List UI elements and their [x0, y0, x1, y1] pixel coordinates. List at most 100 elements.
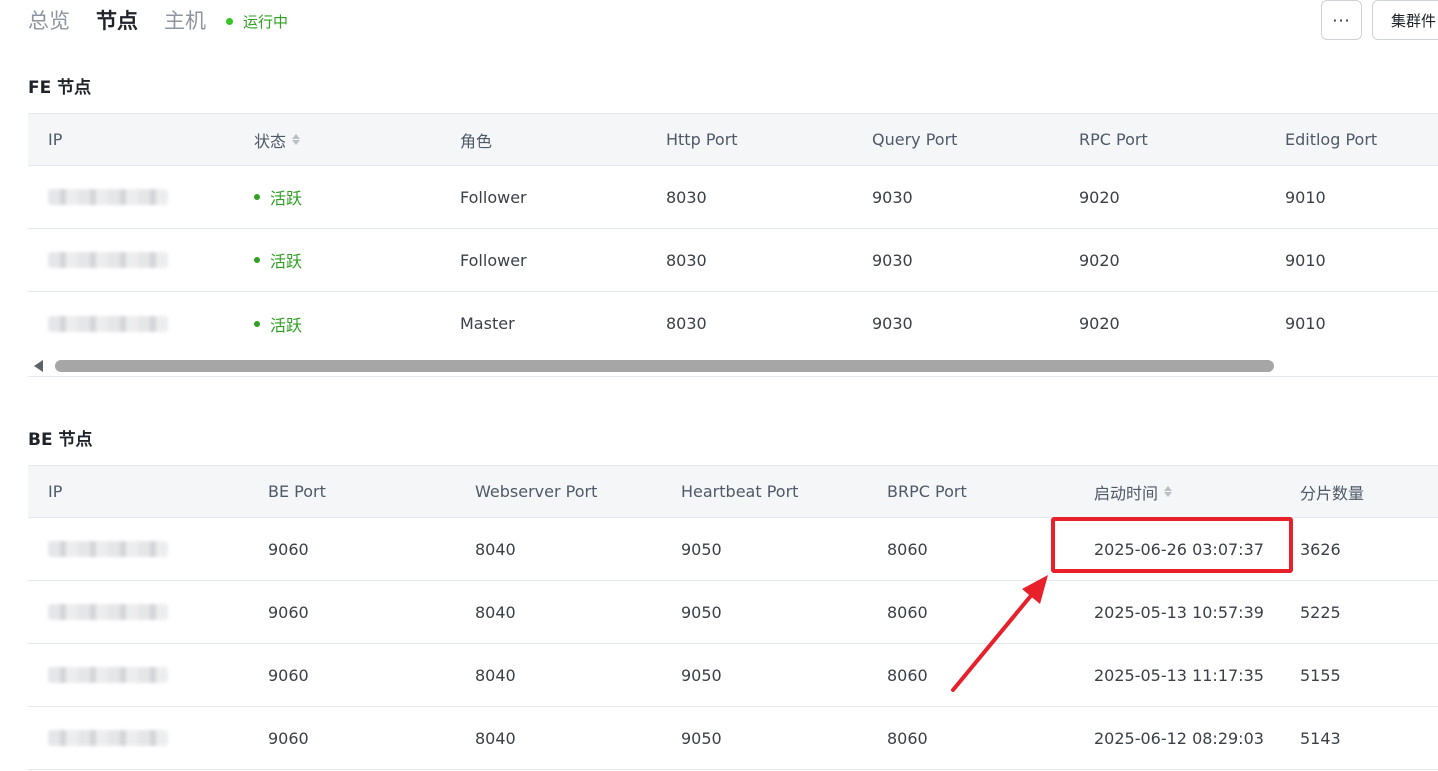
start-time-cell: 2025-06-12 08:29:03 — [1094, 728, 1264, 748]
redacted-ip — [48, 667, 168, 683]
webserver-port-cell: 8040 — [475, 602, 516, 622]
fe-col-status-label: 状态 — [254, 131, 287, 151]
rpc-port-cell: 9020 — [1079, 250, 1120, 270]
ip-cell — [48, 229, 168, 291]
start-time-cell: 2025-06-26 03:07:37 — [1094, 539, 1264, 559]
heartbeat-port-cell: 9050 — [681, 602, 722, 622]
rpc-port-cell: 9020 — [1079, 187, 1120, 207]
status-cell: 活跃 — [254, 166, 302, 228]
ip-cell — [48, 644, 168, 706]
table-row: 活跃 Follower 8030 9030 9020 9010 — [28, 229, 1438, 292]
table-row: 9060 8040 9050 8060 2025-06-12 08:29:03 … — [28, 707, 1438, 770]
tablet-count-cell: 5143 — [1300, 728, 1341, 748]
start-time-cell: 2025-05-13 11:17:35 — [1094, 665, 1264, 685]
tab-nodes[interactable]: 节点 — [96, 4, 138, 38]
sort-icon[interactable] — [1164, 486, 1173, 497]
http-port-cell: 8030 — [666, 250, 707, 270]
be-table: IP BE Port Webserver Port Heartbeat Port… — [28, 465, 1438, 770]
http-port-cell: 8030 — [666, 314, 707, 333]
redacted-ip — [48, 315, 168, 332]
be-section-title: BE 节点 — [28, 430, 93, 450]
status-dot-icon — [254, 257, 260, 263]
fe-col-rpc-port: RPC Port — [1079, 130, 1148, 149]
be-col-start-time[interactable]: 启动时间 — [1094, 466, 1173, 517]
query-port-cell: 9030 — [872, 314, 913, 333]
be-port-cell: 9060 — [268, 602, 309, 622]
ip-cell — [48, 707, 168, 769]
webserver-port-cell: 8040 — [475, 728, 516, 748]
cluster-status: 运行中 — [226, 11, 288, 32]
brpc-port-cell: 8060 — [887, 665, 928, 685]
query-port-cell: 9030 — [872, 250, 913, 270]
table-row: 9060 8040 9050 8060 2025-06-26 03:07:37 … — [28, 518, 1438, 581]
fe-col-editlog-port: Editlog Port — [1285, 130, 1378, 149]
role-cell: Master — [460, 314, 515, 333]
redacted-ip — [48, 252, 168, 268]
be-port-cell: 9060 — [268, 539, 309, 559]
ip-cell — [48, 581, 168, 643]
be-port-cell: 9060 — [268, 665, 309, 685]
fe-section-title: FE 节点 — [28, 78, 92, 98]
fe-col-role: 角色 — [460, 131, 493, 151]
ip-cell — [48, 292, 168, 355]
editlog-port-cell: 9010 — [1285, 250, 1326, 270]
editlog-port-cell: 9010 — [1285, 187, 1326, 207]
be-col-brpc-port: BRPC Port — [887, 482, 967, 501]
status-cell: 活跃 — [254, 229, 302, 291]
table-row: 9060 8040 9050 8060 2025-05-13 10:57:39 … — [28, 581, 1438, 644]
be-col-heartbeat-port: Heartbeat Port — [681, 482, 799, 501]
redacted-ip — [48, 189, 168, 205]
redacted-ip — [48, 541, 168, 557]
be-table-header: IP BE Port Webserver Port Heartbeat Port… — [28, 466, 1438, 518]
more-button[interactable]: ··· — [1321, 0, 1362, 40]
tablet-count-cell: 5155 — [1300, 665, 1341, 685]
scrollbar-thumb[interactable] — [55, 360, 1274, 372]
tab-overview[interactable]: 总览 — [28, 4, 70, 38]
redacted-ip — [48, 730, 168, 746]
be-col-start-time-label: 启动时间 — [1094, 483, 1159, 503]
fe-col-http-port: Http Port — [666, 130, 738, 149]
http-port-cell: 8030 — [666, 187, 707, 207]
tab-hosts[interactable]: 主机 — [164, 4, 206, 38]
fe-table: IP 状态 角色 Http Port Query Port RPC Port E… — [28, 113, 1438, 377]
be-col-webserver-port: Webserver Port — [475, 482, 598, 501]
cluster-button[interactable]: 集群件 — [1372, 0, 1438, 40]
webserver-port-cell: 8040 — [475, 539, 516, 559]
status-dot-icon — [226, 17, 233, 25]
webserver-port-cell: 8040 — [475, 665, 516, 685]
heartbeat-port-cell: 9050 — [681, 665, 722, 685]
fe-col-ip: IP — [48, 130, 63, 149]
header-tabs: 总览 节点 主机 运行中 — [28, 4, 288, 38]
status-label: 活跃 — [270, 189, 303, 208]
status-dot-icon — [254, 194, 260, 200]
status-label: 活跃 — [270, 315, 303, 335]
brpc-port-cell: 8060 — [887, 602, 928, 622]
status-cell: 活跃 — [254, 292, 302, 355]
fe-col-query-port: Query Port — [872, 130, 958, 149]
ip-cell — [48, 166, 168, 228]
be-col-ip: IP — [48, 482, 63, 501]
redacted-ip — [48, 604, 168, 620]
heartbeat-port-cell: 9050 — [681, 728, 722, 748]
rpc-port-cell: 9020 — [1079, 314, 1120, 333]
be-port-cell: 9060 — [268, 728, 309, 748]
cluster-status-label: 运行中 — [243, 12, 289, 31]
horizontal-scrollbar[interactable] — [28, 355, 1438, 377]
fe-col-status[interactable]: 状态 — [254, 114, 301, 165]
scroll-left-icon[interactable] — [34, 360, 43, 372]
nodes-page: 总览 节点 主机 运行中 ··· 集群件 FE 节点 IP 状态 角色 Http… — [0, 0, 1438, 771]
status-label: 活跃 — [270, 252, 303, 271]
table-row: 活跃 Master 8030 9030 9020 9010 — [28, 292, 1438, 355]
be-col-tablet-count: 分片数量 — [1300, 483, 1365, 503]
editlog-port-cell: 9010 — [1285, 314, 1326, 333]
tablet-count-cell: 3626 — [1300, 539, 1341, 559]
be-col-be-port: BE Port — [268, 482, 326, 501]
status-dot-icon — [254, 320, 260, 327]
tablet-count-cell: 5225 — [1300, 602, 1341, 622]
ip-cell — [48, 518, 168, 580]
sort-icon[interactable] — [292, 134, 301, 145]
brpc-port-cell: 8060 — [887, 728, 928, 748]
heartbeat-port-cell: 9050 — [681, 539, 722, 559]
table-row: 活跃 Follower 8030 9030 9020 9010 — [28, 166, 1438, 229]
fe-table-header: IP 状态 角色 Http Port Query Port RPC Port E… — [28, 114, 1438, 166]
